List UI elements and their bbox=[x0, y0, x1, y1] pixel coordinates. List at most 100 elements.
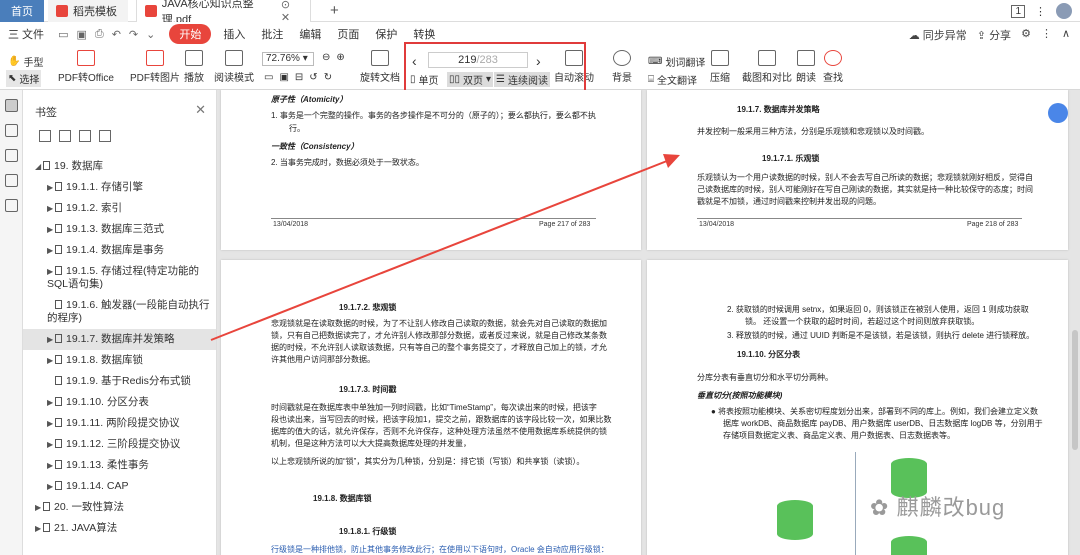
expand-arrow-icon[interactable]: ▶ bbox=[47, 202, 55, 215]
close-icon[interactable]: ✕ bbox=[195, 102, 206, 118]
undo-icon[interactable]: ↶ bbox=[112, 28, 121, 41]
hand-tool[interactable]: ✋ 手型 bbox=[8, 54, 43, 69]
bookmark-item[interactable]: ▶ 19.1.7. 数据库并发策略 bbox=[23, 329, 216, 350]
expand-arrow-icon[interactable]: ▶ bbox=[35, 501, 43, 514]
thumbnail-icon[interactable] bbox=[4, 124, 18, 137]
read-mode-button[interactable]: 阅读模式 bbox=[214, 50, 254, 84]
menu-comment[interactable]: 批注 bbox=[253, 26, 291, 42]
paragraph: 据库的值大的话，就允许保存，否则不允许保存，这种处理方法虽然不使用数据库系统提供… bbox=[271, 427, 607, 436]
avatar[interactable] bbox=[1056, 3, 1072, 19]
expand-arrow-icon[interactable]: ▶ bbox=[47, 181, 55, 194]
expand-arrow-icon[interactable]: ▶ bbox=[47, 396, 55, 409]
expand-arrow-icon[interactable]: ▶ bbox=[47, 459, 55, 472]
grid-icon[interactable]: ⋮ bbox=[1035, 5, 1046, 18]
bookmark-item[interactable]: ▶ 19.1.1. 存储引擎 bbox=[23, 177, 216, 198]
bookmark-item[interactable]: 19.1.9. 基于Redis分布式锁 bbox=[23, 371, 216, 392]
read-aloud-button[interactable]: 朗读 bbox=[796, 50, 816, 84]
bookmark-item[interactable]: ▶ 19.1.3. 数据库三范式 bbox=[23, 219, 216, 240]
bookmark-item[interactable]: 19.1.6. 触发器(一段能自动执行的程序) bbox=[23, 295, 216, 329]
menu-protect[interactable]: 保护 bbox=[367, 26, 405, 42]
menu-edit[interactable]: 编辑 bbox=[291, 26, 329, 42]
tab-template[interactable]: 稻壳模板 bbox=[48, 0, 128, 22]
bookmark-item[interactable]: ▶ 19.1.10. 分区分表 bbox=[23, 392, 216, 413]
add-bookmark-icon[interactable] bbox=[39, 130, 51, 142]
search-button[interactable]: 查找 bbox=[823, 50, 843, 84]
expand-arrow-icon[interactable]: ▶ bbox=[47, 265, 55, 278]
bookmark-item[interactable]: ▶ 19.1.8. 数据库锁 bbox=[23, 350, 216, 371]
settings-icon[interactable]: ⚙ bbox=[1021, 27, 1031, 43]
zoom-in-icon[interactable]: ⊕ bbox=[336, 52, 344, 63]
bookmark-item[interactable]: ▶ 19.1.2. 索引 bbox=[23, 198, 216, 219]
menu-page[interactable]: 页面 bbox=[329, 26, 367, 42]
print-icon[interactable]: ⎙ bbox=[95, 28, 104, 41]
bookmark-item[interactable]: ▶ 21. JAVA算法 bbox=[23, 518, 216, 539]
dropdown-icon[interactable]: ⌄ bbox=[146, 28, 155, 41]
open-icon[interactable]: ▭ bbox=[58, 28, 68, 41]
sync-status[interactable]: ☁ 同步异常 bbox=[909, 27, 967, 43]
new-tab-icon[interactable]: + bbox=[330, 2, 339, 19]
bookmark-item[interactable]: ▶ 20. 一致性算法 bbox=[23, 497, 216, 518]
save-icon[interactable]: ▣ bbox=[76, 28, 86, 41]
expand-arrow-icon[interactable]: ▶ bbox=[47, 417, 55, 430]
tab-document[interactable]: JAVA核心知识点整理.pdf ⊙ ✕ bbox=[136, 0, 311, 26]
bookmark-item[interactable]: ▶ 19.1.13. 柔性事务 bbox=[23, 455, 216, 476]
signature-icon[interactable] bbox=[4, 199, 18, 212]
rotate-label: 旋转文档 bbox=[360, 73, 400, 84]
full-translate-button[interactable]: ⌸ 全文翻译 bbox=[648, 72, 697, 87]
expand-arrow-icon[interactable]: ▶ bbox=[35, 522, 43, 535]
menu-convert[interactable]: 转换 bbox=[405, 26, 443, 42]
collapse-icon[interactable]: ∧ bbox=[1062, 27, 1070, 43]
fit-width-icon[interactable]: ⊟ bbox=[295, 72, 303, 83]
bookmark-item[interactable]: ▶ 19.1.11. 两阶段提交协议 bbox=[23, 413, 216, 434]
rotate-document-button[interactable]: 旋转文档 bbox=[360, 50, 400, 84]
expand-arrow-icon[interactable]: ▶ bbox=[47, 244, 55, 257]
attachment-icon[interactable] bbox=[4, 174, 18, 187]
compress-button[interactable]: 压缩 bbox=[710, 50, 730, 84]
bookmark-item[interactable]: ▶ 19.1.14. CAP bbox=[23, 476, 216, 497]
comment-icon[interactable] bbox=[4, 149, 18, 162]
bookmark-item[interactable]: ▶ 19.1.12. 三阶段提交协议 bbox=[23, 434, 216, 455]
page-count-badge[interactable]: 1 bbox=[1011, 4, 1025, 18]
expand-arrow-icon[interactable]: ◢ bbox=[35, 160, 43, 173]
more-icon[interactable]: ⋮ bbox=[1041, 27, 1052, 43]
bookmark-item[interactable]: ▶ 19.1.4. 数据库是事务 bbox=[23, 240, 216, 261]
select-tool[interactable]: ⬉ 选择 bbox=[6, 70, 42, 87]
watermark: ✿ 麒麟改bug bbox=[870, 490, 1005, 522]
expand-arrow-icon[interactable]: ▶ bbox=[47, 438, 55, 451]
zoom-out-icon[interactable]: ⊖ bbox=[322, 52, 330, 63]
paragraph: 悲观锁就是在读取数据的时候，为了不让别人修改自己读取的数据，就会先对自己读取的数… bbox=[271, 319, 607, 328]
rotate-left-icon[interactable]: ↺ bbox=[309, 72, 317, 83]
rotate-right-icon[interactable]: ↻ bbox=[324, 72, 332, 83]
add-child-bookmark-icon[interactable] bbox=[59, 130, 71, 142]
bookmark-label: 19.1.11. 两阶段提交协议 bbox=[66, 417, 180, 429]
word-translate-button[interactable]: ⌨ 划词翻译 bbox=[648, 54, 705, 69]
expand-arrow-icon[interactable]: ▶ bbox=[47, 333, 55, 346]
compare-button[interactable]: 截图和对比 bbox=[742, 50, 792, 84]
tab-home[interactable]: 首页 bbox=[0, 0, 44, 22]
close-tab-icon[interactable]: ⊙ ✕ bbox=[281, 0, 302, 24]
background-button[interactable]: 背景 bbox=[612, 50, 632, 84]
bookmark-item[interactable]: ▶ 19.1.5. 存储过程(特定功能的SQL语句集) bbox=[23, 261, 216, 295]
bookmark-icon bbox=[55, 266, 62, 275]
delete-bookmark-icon[interactable] bbox=[79, 130, 91, 142]
menu-start[interactable]: 开始 bbox=[169, 24, 212, 44]
expand-arrow-icon[interactable]: ▶ bbox=[47, 223, 55, 236]
menu-insert[interactable]: 插入 bbox=[215, 26, 253, 42]
zoom-input[interactable]: 72.76% ▾ bbox=[262, 52, 314, 66]
sync-label: 同步异常 bbox=[922, 30, 967, 42]
menu-file[interactable]: 三 文件 bbox=[0, 26, 52, 42]
bookmark-panel-icon[interactable] bbox=[4, 99, 18, 112]
bookmark-item[interactable]: ◢ 19. 数据库 bbox=[23, 156, 216, 177]
redo-icon[interactable]: ↷ bbox=[129, 28, 138, 41]
play-button[interactable]: 播放 bbox=[184, 50, 204, 84]
document-scrollbar[interactable] bbox=[1072, 330, 1078, 450]
bookmark-tag-icon[interactable] bbox=[99, 130, 111, 142]
float-tool-button[interactable] bbox=[1048, 103, 1068, 123]
fit-page-icon[interactable]: ▣ bbox=[279, 72, 288, 83]
expand-arrow-icon[interactable]: ▶ bbox=[47, 480, 55, 493]
pdf-to-office-button[interactable]: PDF转Office bbox=[58, 50, 114, 84]
share-button[interactable]: ⇪ 分享 bbox=[977, 27, 1011, 43]
pdf-to-image-button[interactable]: PDF转图片 bbox=[130, 50, 180, 84]
expand-arrow-icon[interactable]: ▶ bbox=[47, 354, 55, 367]
actual-size-icon[interactable]: ▭ bbox=[264, 72, 273, 83]
